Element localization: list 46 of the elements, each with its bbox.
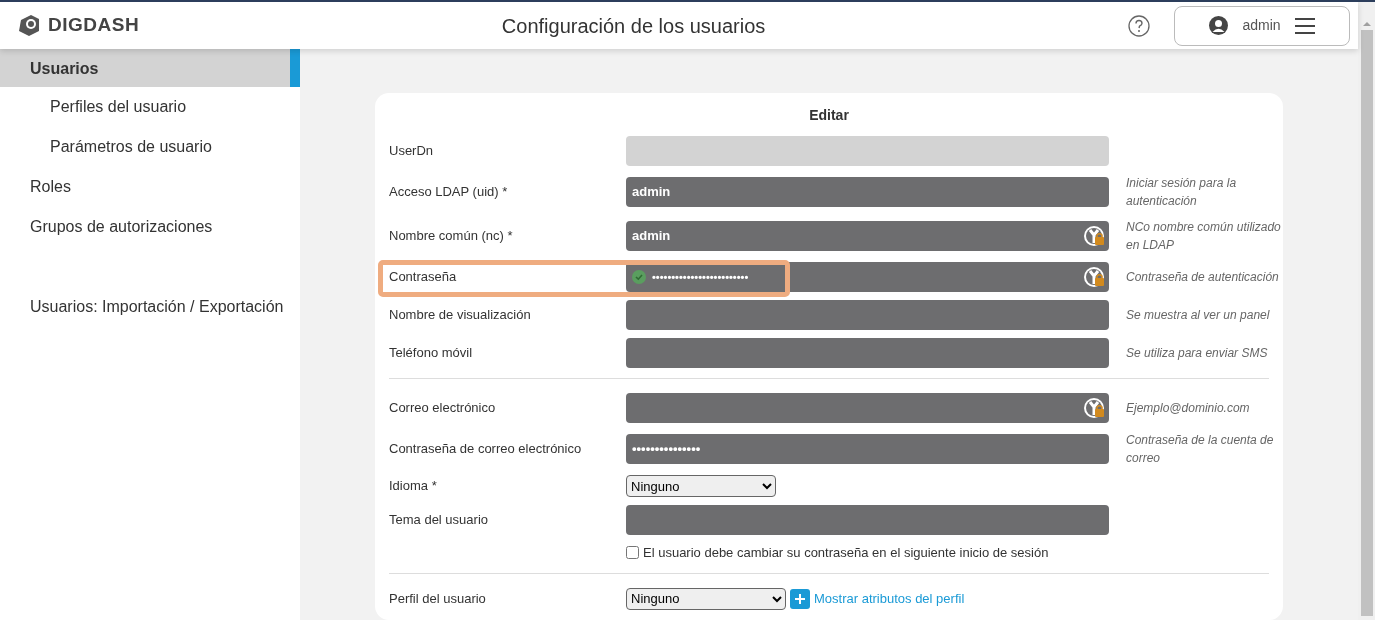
input-field[interactable]: admin <box>626 177 1109 207</box>
scrollbar-thumb[interactable] <box>1360 30 1373 616</box>
input-field[interactable]: ••••••••••••••• <box>626 434 1109 464</box>
input-field[interactable]: ••••••••••••••••••••••••• <box>626 262 1109 292</box>
plus-icon <box>794 592 806 605</box>
field-label: Nombre común (nc) * <box>389 228 513 244</box>
menu-icon <box>1294 16 1315 35</box>
field-label: Teléfono móvil <box>389 345 473 361</box>
input-field[interactable] <box>626 393 1109 423</box>
scroll-up-icon[interactable] <box>1361 20 1372 28</box>
field-label: Contraseña de correo electrónico <box>389 441 582 457</box>
user-menu-button[interactable]: admin <box>1174 5 1350 46</box>
key-lock-icon[interactable] <box>1083 225 1105 247</box>
profile-select[interactable]: Ninguno <box>626 587 786 610</box>
key-lock-icon[interactable] <box>1083 397 1105 419</box>
key-lock-icon[interactable] <box>1083 266 1105 288</box>
input-field[interactable] <box>626 505 1109 535</box>
field-label: UserDn <box>389 143 434 159</box>
checkbox[interactable] <box>626 546 639 560</box>
field-label: Tema del usuario <box>389 512 488 528</box>
field-label: Contraseña <box>389 269 457 285</box>
add-button[interactable] <box>790 588 810 609</box>
field-hint: Se muestra al ver un panel <box>1126 307 1271 324</box>
logo-icon <box>18 14 40 37</box>
field-label: Perfil del usuario <box>389 589 487 608</box>
checkbox-label: El usuario debe cambiar su contraseña en el siguiente inicio de sesión <box>643 544 1049 562</box>
form-title: Editar <box>808 106 850 125</box>
help-icon[interactable] <box>1128 14 1150 37</box>
input-field[interactable] <box>626 338 1109 368</box>
field-hint: Se utiliza para enviar SMS <box>1126 345 1269 362</box>
page-title: Configuración de los usuarios <box>500 13 767 39</box>
field-label: Correo electrónico <box>389 400 496 416</box>
input-field[interactable] <box>626 300 1109 330</box>
field-hint: Ejemplo@dominio.com <box>1126 400 1251 417</box>
field-label: Acceso LDAP (uid) * <box>389 184 508 200</box>
field-label: Idioma * <box>389 477 438 496</box>
logo-text: DIGDASH <box>48 13 140 38</box>
sidebar-item[interactable]: Usuarios <box>0 49 300 87</box>
field-hint: NCo nombre común utilizado en LDAP <box>1126 219 1282 254</box>
input-field[interactable]: admin <box>626 221 1109 251</box>
language-select[interactable]: Ninguno <box>626 475 776 497</box>
field-hint: Contraseña de autenticación <box>1126 269 1280 286</box>
avatar-icon <box>1209 16 1229 35</box>
field-hint: Contraseña de la cuenta de correo <box>1126 432 1275 467</box>
field-label: Nombre de visualización <box>389 307 531 323</box>
field-hint: Iniciar sesión para la autenticación <box>1126 175 1238 210</box>
